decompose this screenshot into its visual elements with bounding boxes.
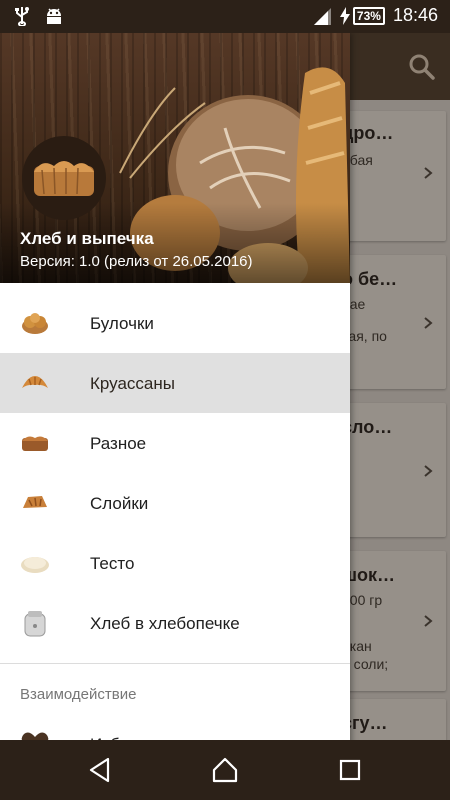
app-title: Хлеб и выпечка: [20, 229, 154, 248]
drawer-item-buns[interactable]: Булочки: [0, 293, 350, 353]
drawer-item-puff-pastry[interactable]: Слойки: [0, 473, 350, 533]
drawer-item-dough[interactable]: Тесто: [0, 533, 350, 593]
recents-icon[interactable]: [336, 756, 364, 784]
drawer-menu: Булочки Круассаны Разное Слойки Тесто Хл…: [0, 293, 350, 774]
back-icon[interactable]: [86, 756, 114, 784]
chevron-right-icon: [424, 615, 433, 627]
loaf-icon: [22, 436, 48, 451]
search-icon[interactable]: [408, 53, 436, 81]
croissant-icon: [22, 376, 48, 388]
dough-icon: [21, 557, 49, 573]
section-title: Взаимодействие: [20, 686, 137, 703]
chevron-right-icon: [424, 317, 433, 329]
avatar: [22, 136, 106, 220]
drawer-item-label: Разное: [90, 434, 147, 453]
drawer-item-label: Хлеб в хлебопечке: [90, 614, 240, 633]
usb-icon: [15, 7, 29, 26]
drawer-item-label: Слойки: [90, 494, 149, 513]
drawer-item-misc[interactable]: Разное: [0, 413, 350, 473]
drawer-header: Хлеб и выпечка Версия: 1.0 (релиз от 26.…: [0, 33, 350, 283]
navigation-drawer: Хлеб и выпечка Версия: 1.0 (релиз от 26.…: [0, 33, 350, 773]
home-icon[interactable]: [211, 756, 239, 784]
drawer-item-label: Круассаны: [90, 374, 175, 393]
android-icon: [47, 8, 61, 24]
navigation-bar: [0, 740, 450, 800]
loaf-avatar-icon: [34, 161, 94, 196]
drawer-item-croissants[interactable]: Круассаны: [0, 353, 350, 413]
puff-pastry-icon: [23, 496, 47, 508]
battery-percent: 73%: [352, 6, 385, 25]
clock: 18:46: [392, 5, 438, 25]
battery-indicator: 73%: [339, 6, 385, 25]
status-bar: 73% 18:46: [0, 0, 450, 33]
signal-icon: [313, 7, 331, 25]
chevron-right-icon: [424, 465, 433, 477]
app-version: Версия: 1.0 (релиз от 26.05.2016): [20, 253, 253, 270]
buns-icon: [22, 313, 48, 334]
drawer-item-label: Тесто: [90, 554, 135, 573]
drawer-item-label: Булочки: [90, 314, 154, 333]
charging-icon: [339, 6, 350, 25]
card-title: о бе…: [342, 269, 398, 289]
chevron-right-icon: [424, 167, 433, 179]
drawer-item-bread-maker[interactable]: Хлеб в хлебопечке: [0, 593, 350, 653]
bread-maker-icon: [24, 611, 46, 637]
